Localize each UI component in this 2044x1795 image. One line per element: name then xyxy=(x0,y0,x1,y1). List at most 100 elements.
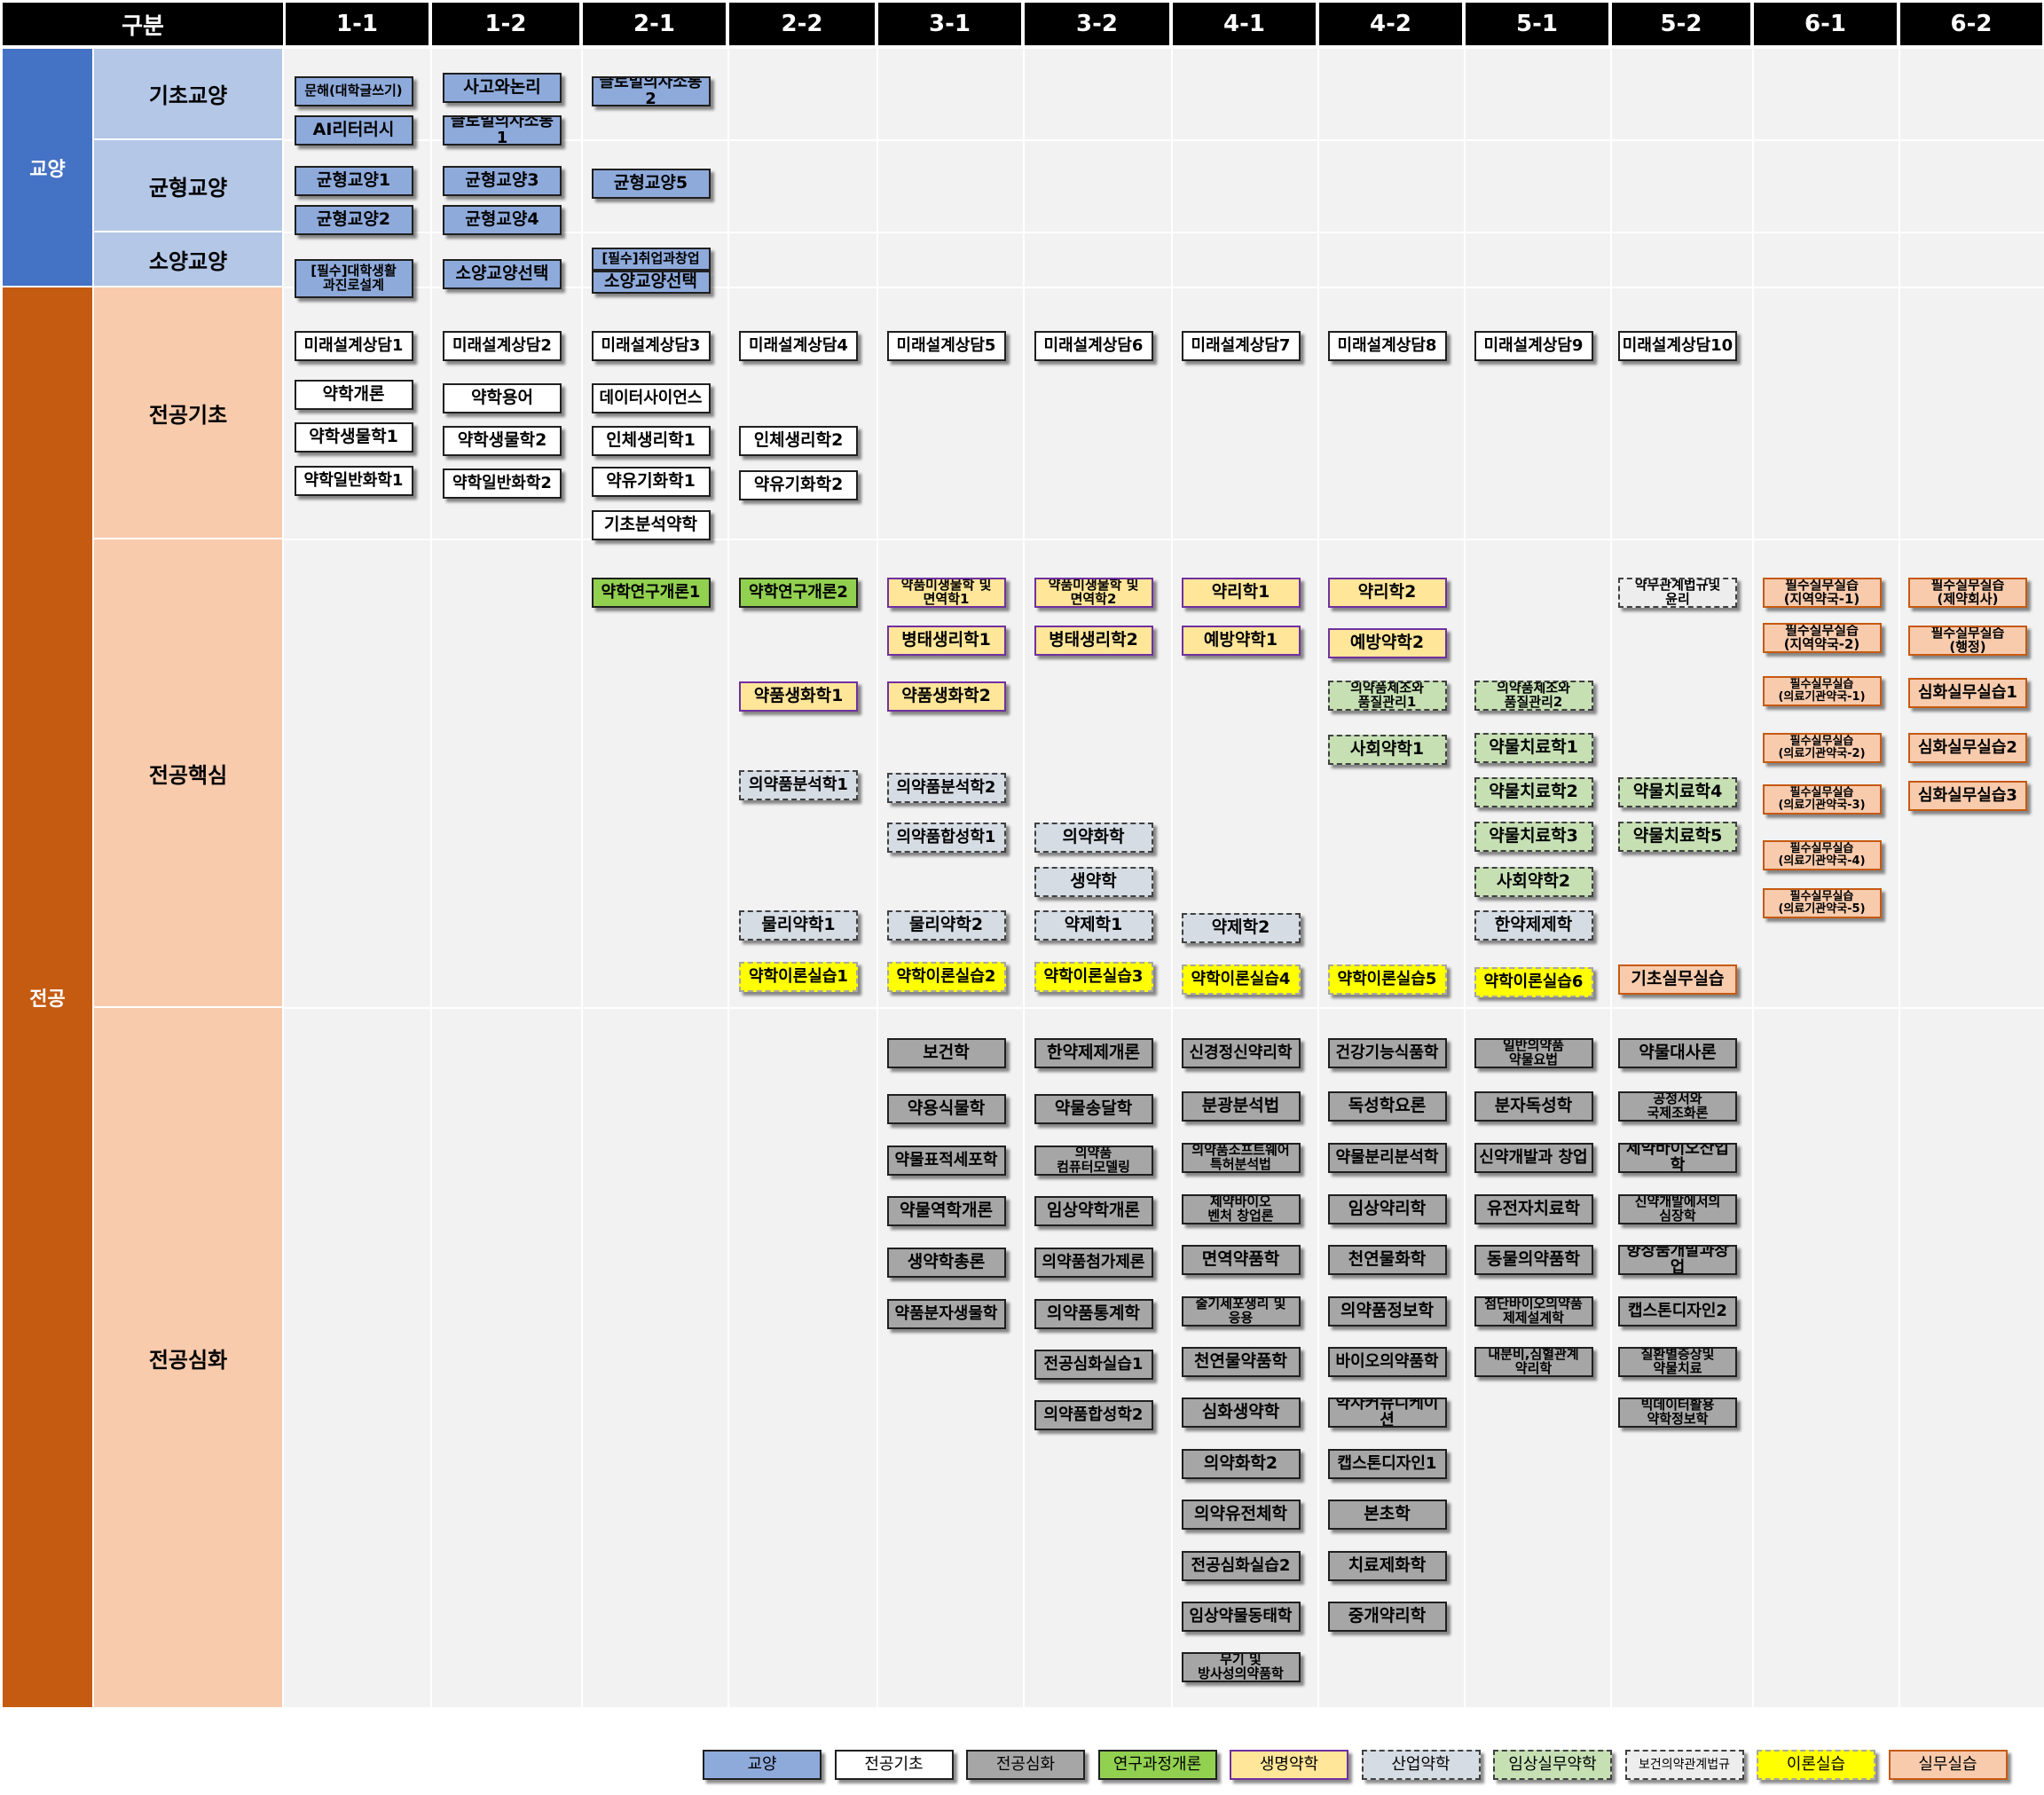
course-box[interactable]: 의약유전체학 xyxy=(1181,1500,1301,1530)
course-box[interactable]: 유전자치료학 xyxy=(1474,1194,1593,1224)
course-box[interactable]: 공정서와 국제조화론 xyxy=(1618,1091,1737,1122)
course-box[interactable]: 미래설계상담6 xyxy=(1034,331,1153,361)
course-box[interactable]: 캡스톤디자인2 xyxy=(1618,1296,1737,1327)
course-box[interactable]: 약학생물학2 xyxy=(443,426,562,456)
course-box[interactable]: 제약바이오산업학 xyxy=(1618,1143,1737,1173)
course-box[interactable]: 필수실무실습 (의료기관약국-3) xyxy=(1762,784,1882,815)
course-box[interactable]: 예방약학1 xyxy=(1181,626,1301,656)
course-box[interactable]: 약용식물학 xyxy=(886,1094,1006,1124)
course-box[interactable]: 소양교양선택 xyxy=(591,271,711,294)
course-box[interactable]: 신경정신약리학 xyxy=(1181,1038,1301,1068)
course-box[interactable]: 균형교양2 xyxy=(294,205,413,235)
course-box[interactable]: 약물역학개론 xyxy=(886,1196,1006,1226)
course-box[interactable]: 약학이론실습2 xyxy=(886,962,1006,992)
course-box[interactable]: 의약품합성학2 xyxy=(1034,1400,1153,1430)
course-box[interactable]: 약물대사론 xyxy=(1618,1038,1737,1068)
course-box[interactable]: 약학개론 xyxy=(294,380,413,410)
course-box[interactable]: 줄기세포생리 및 응용 xyxy=(1181,1296,1301,1327)
course-box[interactable]: 약학연구개론2 xyxy=(739,578,858,608)
course-box[interactable]: 인체생리학2 xyxy=(739,426,858,456)
course-box[interactable]: 필수실무실습 (제약회사) xyxy=(1908,578,2027,608)
course-box[interactable]: 물리약학1 xyxy=(739,910,858,941)
course-box[interactable]: 약물분리분석학 xyxy=(1327,1143,1447,1173)
course-box[interactable]: 약제학1 xyxy=(1034,910,1153,941)
course-box[interactable]: 필수실무실습 (의료기관약국-4) xyxy=(1762,840,1882,870)
course-box[interactable]: 천연물화학 xyxy=(1327,1245,1447,1275)
course-box[interactable]: 소양교양선택 xyxy=(443,259,562,289)
course-box[interactable]: 심화실무실습3 xyxy=(1908,781,2027,811)
course-box[interactable]: 문해(대학글쓰기) xyxy=(294,76,413,106)
course-box[interactable]: 의약품 컴퓨터모델링 xyxy=(1034,1145,1153,1176)
course-box[interactable]: 약물치료학2 xyxy=(1474,777,1593,807)
course-box[interactable]: 분자독성학 xyxy=(1474,1091,1593,1122)
course-box[interactable]: 예방약학2 xyxy=(1327,628,1447,658)
course-box[interactable]: 약물치료학5 xyxy=(1618,822,1737,852)
course-box[interactable]: 약무관계법규및 윤리 xyxy=(1618,578,1737,608)
course-box[interactable]: 미래설계상담8 xyxy=(1327,331,1447,361)
course-box[interactable]: 의약화학2 xyxy=(1181,1449,1301,1479)
course-box[interactable]: [필수]취업과창업 xyxy=(591,248,711,271)
course-box[interactable]: 약학생물학1 xyxy=(294,422,413,453)
course-box[interactable]: 한약제제학 xyxy=(1474,910,1593,941)
course-box[interactable]: 심화실무실습1 xyxy=(1908,678,2027,708)
course-box[interactable]: 약학연구개론1 xyxy=(591,578,711,608)
course-box[interactable]: 전공심화실습1 xyxy=(1034,1350,1153,1380)
course-box[interactable]: 향장품개발과창업 xyxy=(1618,1245,1737,1275)
course-box[interactable]: 약학이론실습6 xyxy=(1474,967,1593,997)
course-box[interactable]: 필수실무실습 (행정) xyxy=(1908,626,2027,656)
course-box[interactable]: 의약품소프트웨어 특허분석법 xyxy=(1181,1143,1301,1173)
course-box[interactable]: 사회약학2 xyxy=(1474,867,1593,897)
course-box[interactable]: 의약품분석학2 xyxy=(886,773,1006,803)
course-box[interactable]: 균형교양1 xyxy=(294,166,413,196)
course-box[interactable]: 중개약리학 xyxy=(1327,1602,1447,1632)
course-box[interactable]: 물리약학2 xyxy=(886,910,1006,941)
course-box[interactable]: 약학일반화학1 xyxy=(294,466,413,496)
course-box[interactable]: 약유기화학1 xyxy=(591,467,711,497)
course-box[interactable]: 약학이론실습1 xyxy=(739,962,858,992)
course-box[interactable]: 건강기능식품학 xyxy=(1327,1038,1447,1068)
course-box[interactable]: 내분비,심혈관계 약리학 xyxy=(1474,1347,1593,1377)
course-box[interactable]: 균형교양3 xyxy=(443,166,562,196)
course-box[interactable]: 치료제화학 xyxy=(1327,1551,1447,1581)
course-box[interactable]: 약물치료학3 xyxy=(1474,822,1593,852)
course-box[interactable]: 독성학요론 xyxy=(1327,1091,1447,1122)
course-box[interactable]: 의약품정보학 xyxy=(1327,1296,1447,1327)
course-box[interactable]: 약품미생물학 및 면역학2 xyxy=(1034,578,1153,608)
course-box[interactable]: 미래설계상담3 xyxy=(591,331,711,361)
course-box[interactable]: 병태생리학1 xyxy=(886,626,1006,656)
course-box[interactable]: 미래설계상담7 xyxy=(1181,331,1301,361)
course-box[interactable]: 약품분자생물학 xyxy=(886,1299,1006,1329)
course-box[interactable]: 필수실무실습 (지역약국-1) xyxy=(1762,578,1882,608)
course-box[interactable]: 보건학 xyxy=(886,1038,1006,1068)
course-box[interactable]: 약사커뮤니케이션 xyxy=(1327,1397,1447,1428)
course-box[interactable]: 약학이론실습5 xyxy=(1327,964,1447,995)
course-box[interactable]: 분광분석법 xyxy=(1181,1091,1301,1122)
course-box[interactable]: 필수실무실습 (의료기관약국-2) xyxy=(1762,733,1882,763)
course-box[interactable]: 약품미생물학 및 면역학1 xyxy=(886,578,1006,608)
course-box[interactable]: 의약화학 xyxy=(1034,823,1153,853)
course-box[interactable]: 약품생화학1 xyxy=(739,681,858,712)
course-box[interactable]: 필수실무실습 (의료기관약국-5) xyxy=(1762,888,1882,918)
course-box[interactable]: 약리학1 xyxy=(1181,578,1301,608)
course-box[interactable]: 임상약물동태학 xyxy=(1181,1602,1301,1632)
course-box[interactable]: 의약품분석학1 xyxy=(739,770,858,800)
course-box[interactable]: 신약개발과 창업 xyxy=(1474,1143,1593,1173)
course-box[interactable]: 동물의약품학 xyxy=(1474,1245,1593,1275)
course-box[interactable]: 면역약품학 xyxy=(1181,1245,1301,1275)
course-box[interactable]: 의약품제조와 품질관리1 xyxy=(1327,681,1447,711)
course-box[interactable]: 약제학2 xyxy=(1181,913,1301,943)
course-box[interactable]: 미래설계상담1 xyxy=(294,331,413,361)
course-box[interactable]: 미래설계상담9 xyxy=(1474,331,1593,361)
course-box[interactable]: 의약품제조와 품질관리2 xyxy=(1474,681,1593,711)
course-box[interactable]: 사고와논리 xyxy=(443,73,562,103)
course-box[interactable]: 필수실무실습 (의료기관약국-1) xyxy=(1762,676,1882,706)
course-box[interactable]: 인체생리학1 xyxy=(591,426,711,456)
course-box[interactable]: 병태생리학2 xyxy=(1034,626,1153,656)
course-box[interactable]: 미래설계상담4 xyxy=(739,331,858,361)
course-box[interactable]: 글로벌의사소통1 xyxy=(443,115,562,146)
course-box[interactable]: 심화생약학 xyxy=(1181,1397,1301,1428)
course-box[interactable]: 임상약리학 xyxy=(1327,1194,1447,1224)
course-box[interactable]: 기초실무실습 xyxy=(1618,964,1737,995)
course-box[interactable]: 무기 및 방사성의약품학 xyxy=(1181,1652,1301,1682)
course-box[interactable]: 천연물약품학 xyxy=(1181,1347,1301,1377)
